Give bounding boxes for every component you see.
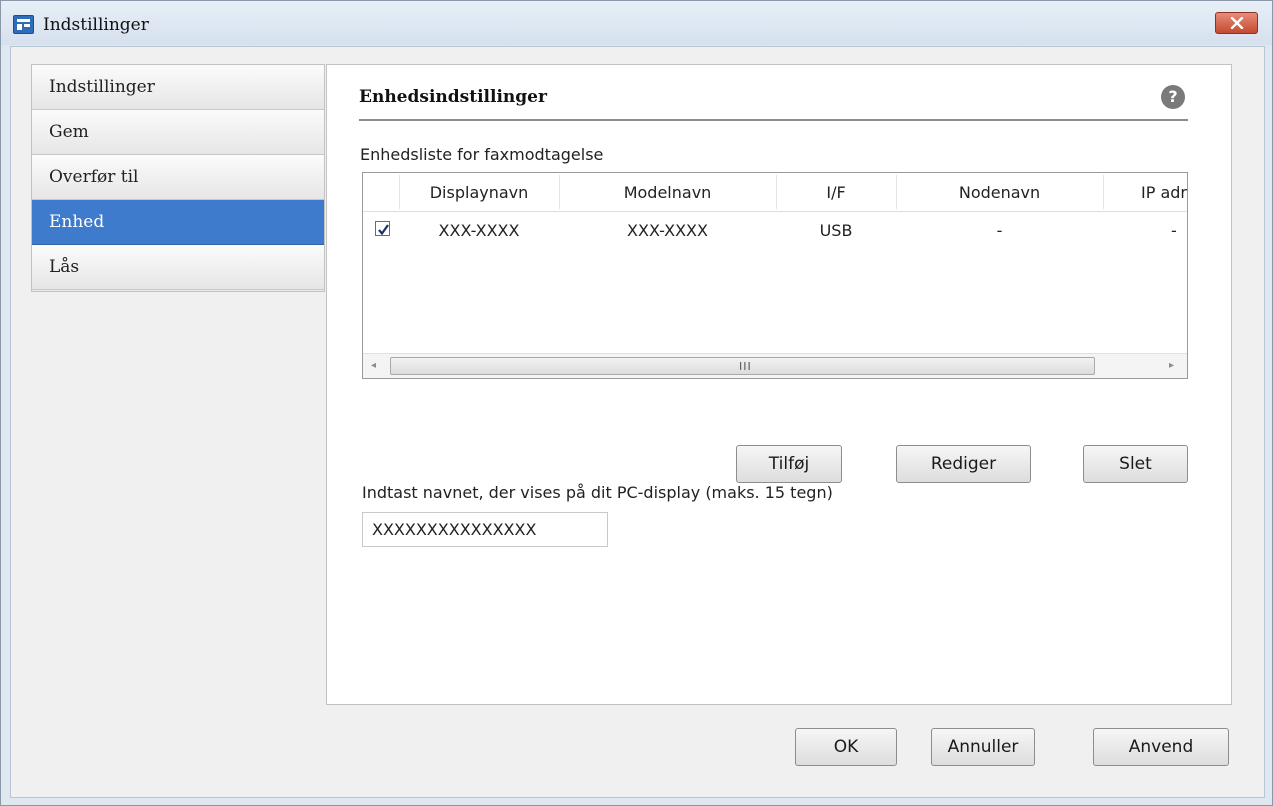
panel-title: Enhedsindstillinger bbox=[359, 87, 547, 107]
sidebar-item-enhed[interactable]: Enhed bbox=[32, 200, 324, 245]
cell-ip-adr: - bbox=[1171, 221, 1177, 240]
column-header-nodenavn[interactable]: Nodenavn bbox=[897, 183, 1102, 202]
device-list-label: Enhedsliste for faxmodtagelse bbox=[360, 145, 604, 164]
sidebar-item-indstillinger[interactable]: Indstillinger bbox=[32, 65, 324, 110]
cell-displaynavn: XXX-XXXX bbox=[438, 221, 520, 240]
checkmark-icon bbox=[378, 224, 389, 236]
column-header-displaynavn[interactable]: Displaynavn bbox=[400, 183, 558, 202]
dialog-client-area: Indstillinger Gem Overfør til Enhed Lås … bbox=[10, 46, 1265, 798]
sidebar-item-laas[interactable]: Lås bbox=[32, 245, 324, 290]
scroll-left-icon[interactable]: ◂ bbox=[371, 360, 376, 371]
table-header: Displaynavn Modelnavn I/F Nodenavn IP ad… bbox=[363, 173, 1187, 212]
table-row[interactable]: XXX-XXXX XXX-XXXX USB - - bbox=[363, 213, 1187, 249]
column-header-modelnavn[interactable]: Modelnavn bbox=[560, 183, 775, 202]
edit-button[interactable]: Rediger bbox=[896, 445, 1031, 483]
close-button[interactable] bbox=[1215, 12, 1258, 34]
sidebar-item-label: Lås bbox=[49, 257, 80, 277]
display-name-label: Indtast navnet, der vises på dit PC-disp… bbox=[362, 483, 833, 502]
add-button[interactable]: Tilføj bbox=[736, 445, 842, 483]
ok-button[interactable]: OK bbox=[795, 728, 897, 766]
device-settings-panel: Enhedsindstillinger ? Enhedsliste for fa… bbox=[326, 64, 1232, 705]
column-header-ip-adr[interactable]: IP adr bbox=[1104, 183, 1187, 202]
sidebar-item-gem[interactable]: Gem bbox=[32, 110, 324, 155]
row-checkbox[interactable] bbox=[375, 221, 390, 236]
display-name-input[interactable] bbox=[362, 512, 608, 547]
scrollbar-grip: III bbox=[739, 360, 752, 373]
help-icon[interactable]: ? bbox=[1161, 85, 1185, 109]
sidebar-item-label: Indstillinger bbox=[49, 77, 155, 97]
sidebar-item-label: Overfør til bbox=[49, 167, 139, 187]
close-icon bbox=[1230, 17, 1244, 29]
delete-button[interactable]: Slet bbox=[1083, 445, 1188, 483]
cancel-button[interactable]: Annuller bbox=[931, 728, 1035, 766]
sidebar: Indstillinger Gem Overfør til Enhed Lås bbox=[31, 64, 325, 292]
cell-if: USB bbox=[819, 221, 853, 240]
device-list-table[interactable]: Displaynavn Modelnavn I/F Nodenavn IP ad… bbox=[362, 172, 1188, 379]
title-divider bbox=[359, 119, 1188, 121]
sidebar-item-overfoer-til[interactable]: Overfør til bbox=[32, 155, 324, 200]
cell-nodenavn: - bbox=[996, 221, 1003, 240]
window-title: Indstillinger bbox=[43, 15, 149, 35]
sidebar-item-label: Gem bbox=[49, 122, 89, 142]
title-bar[interactable]: Indstillinger bbox=[1, 1, 1272, 45]
horizontal-scrollbar[interactable]: ◂ III ▸ bbox=[363, 353, 1187, 378]
column-header-if[interactable]: I/F bbox=[777, 183, 895, 202]
app-icon bbox=[13, 15, 34, 34]
sidebar-item-label: Enhed bbox=[49, 212, 105, 232]
settings-window: Indstillinger Indstillinger Gem Overfør … bbox=[0, 0, 1273, 806]
cell-modelnavn: XXX-XXXX bbox=[627, 221, 708, 240]
apply-button[interactable]: Anvend bbox=[1093, 728, 1229, 766]
scrollbar-thumb[interactable]: III bbox=[390, 357, 1095, 375]
scroll-right-icon[interactable]: ▸ bbox=[1169, 360, 1174, 371]
